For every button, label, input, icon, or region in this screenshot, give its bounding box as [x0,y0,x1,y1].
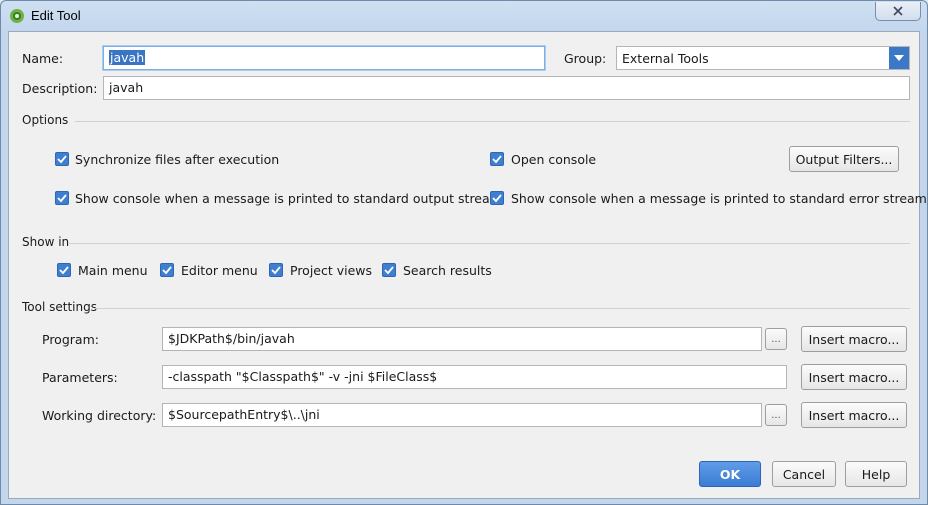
group-dropdown[interactable]: External Tools [616,46,910,70]
working-directory-value: $SourcepathEntry$\..\jni [168,407,320,422]
ok-button[interactable]: OK [699,461,761,487]
show-console-stderr-checkbox[interactable] [490,191,504,205]
description-field[interactable]: javah [103,76,910,100]
program-value: $JDKPath$/bin/javah [168,331,295,346]
working-directory-insert-macro-button[interactable]: Insert macro... [801,402,907,428]
description-label: Description: [22,81,98,96]
name-value: javah [109,50,146,65]
edit-tool-window: Edit Tool Name: javah Group: External To… [0,0,928,505]
parameters-value: -classpath "$Classpath$" -v -jni $FileCl… [168,369,438,384]
checkmark-icon [57,194,67,203]
show-in-divider [69,243,910,244]
group-value: External Tools [622,51,709,66]
working-directory-field[interactable]: $SourcepathEntry$\..\jni [162,403,762,427]
show-console-stdout-label: Show console when a message is printed t… [75,191,502,206]
tool-settings-section-title: Tool settings [22,300,97,314]
title-bar: Edit Tool [1,1,927,31]
options-divider [75,121,910,122]
program-label: Program: [42,332,99,347]
editor-menu-label: Editor menu [181,263,258,278]
dialog-body: Name: javah Group: External Tools Descri… [8,31,927,499]
show-console-stdout-checkbox[interactable] [55,191,69,205]
program-insert-macro-button[interactable]: Insert macro... [801,326,907,352]
show-in-section-title: Show in [22,235,70,249]
close-icon [893,4,903,19]
checkmark-icon [162,266,172,275]
sync-files-label: Synchronize files after execution [75,152,280,167]
help-button[interactable]: Help [845,461,907,487]
checkmark-icon [492,194,502,203]
window-title: Edit Tool [31,8,81,23]
main-menu-label: Main menu [78,263,148,278]
parameters-label: Parameters: [42,370,118,385]
program-browse-button[interactable]: ... [765,328,787,350]
open-console-label: Open console [511,152,597,167]
name-label: Name: [22,51,64,66]
description-value: javah [109,80,144,95]
search-results-checkbox[interactable] [382,263,396,277]
checkmark-icon [59,266,69,275]
search-results-label: Search results [403,263,492,278]
android-studio-icon [9,8,25,24]
working-directory-label: Working directory: [42,408,157,423]
checkmark-icon [384,266,394,275]
chevron-down-icon[interactable] [889,47,909,69]
main-menu-checkbox[interactable] [57,263,71,277]
project-views-checkbox[interactable] [269,263,283,277]
checkmark-icon [492,155,502,164]
parameters-insert-macro-button[interactable]: Insert macro... [801,364,907,390]
parameters-field[interactable]: -classpath "$Classpath$" -v -jni $FileCl… [162,365,787,389]
open-console-checkbox[interactable] [490,152,504,166]
cancel-button[interactable]: Cancel [772,461,836,487]
show-console-stderr-label: Show console when a message is printed t… [511,191,927,206]
checkmark-icon [271,266,281,275]
name-field[interactable]: javah [103,46,545,70]
editor-menu-checkbox[interactable] [160,263,174,277]
checkmark-icon [57,155,67,164]
close-button[interactable] [875,2,921,21]
program-field[interactable]: $JDKPath$/bin/javah [162,327,762,351]
project-views-label: Project views [290,263,373,278]
output-filters-button[interactable]: Output Filters... [789,146,899,172]
tool-settings-divider [95,308,910,309]
options-section-title: Options [22,113,69,127]
group-label: Group: [564,51,607,66]
working-directory-browse-button[interactable]: ... [765,404,787,426]
sync-files-checkbox[interactable] [55,152,69,166]
